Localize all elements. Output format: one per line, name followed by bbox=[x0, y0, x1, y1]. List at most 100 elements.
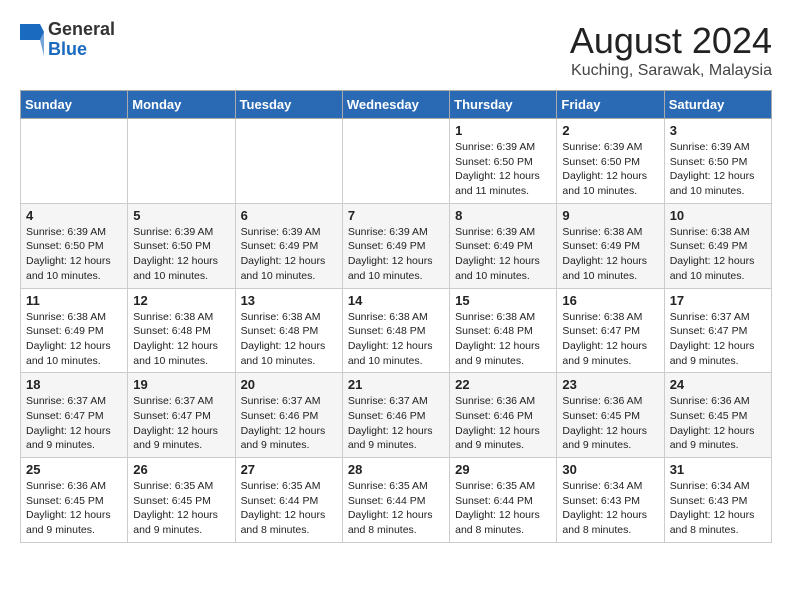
day-number: 6 bbox=[241, 208, 337, 223]
day-number: 27 bbox=[241, 462, 337, 477]
day-number: 7 bbox=[348, 208, 444, 223]
calendar-cell: 18 Sunrise: 6:37 AM Sunset: 6:47 PM Dayli… bbox=[21, 373, 128, 458]
day-number: 17 bbox=[670, 293, 766, 308]
day-info: Sunrise: 6:38 AM Sunset: 6:49 PM Dayligh… bbox=[670, 225, 766, 284]
weekday-header: Saturday bbox=[664, 91, 771, 119]
weekday-header: Tuesday bbox=[235, 91, 342, 119]
day-number: 29 bbox=[455, 462, 551, 477]
day-info: Sunrise: 6:38 AM Sunset: 6:48 PM Dayligh… bbox=[455, 310, 551, 369]
calendar-cell: 21 Sunrise: 6:37 AM Sunset: 6:46 PM Dayli… bbox=[342, 373, 449, 458]
calendar-table: SundayMondayTuesdayWednesdayThursdayFrid… bbox=[20, 90, 772, 543]
calendar-cell: 31Sunrise: 6:34 AM Sunset: 6:43 PM Dayli… bbox=[664, 458, 771, 543]
day-info: Sunrise: 6:39 AM Sunset: 6:49 PM Dayligh… bbox=[241, 225, 337, 284]
day-info: Sunrise: 6:39 AM Sunset: 6:50 PM Dayligh… bbox=[26, 225, 122, 284]
calendar-cell: 17 Sunrise: 6:37 AM Sunset: 6:47 PM Dayli… bbox=[664, 288, 771, 373]
day-info: Sunrise: 6:35 AM Sunset: 6:44 PM Dayligh… bbox=[241, 479, 337, 538]
day-info: Sunrise: 6:36 AM Sunset: 6:45 PM Dayligh… bbox=[562, 394, 658, 453]
calendar-cell: 11 Sunrise: 6:38 AM Sunset: 6:49 PM Dayli… bbox=[21, 288, 128, 373]
day-number: 2 bbox=[562, 123, 658, 138]
day-number: 3 bbox=[670, 123, 766, 138]
day-number: 21 bbox=[348, 377, 444, 392]
day-number: 8 bbox=[455, 208, 551, 223]
day-info: Sunrise: 6:36 AM Sunset: 6:45 PM Dayligh… bbox=[26, 479, 122, 538]
calendar-week-row: 11 Sunrise: 6:38 AM Sunset: 6:49 PM Dayli… bbox=[21, 288, 772, 373]
calendar-cell: 3 Sunrise: 6:39 AM Sunset: 6:50 PM Daylig… bbox=[664, 119, 771, 204]
calendar-cell: 26Sunrise: 6:35 AM Sunset: 6:45 PM Dayli… bbox=[128, 458, 235, 543]
day-number: 13 bbox=[241, 293, 337, 308]
day-number: 1 bbox=[455, 123, 551, 138]
day-info: Sunrise: 6:38 AM Sunset: 6:49 PM Dayligh… bbox=[26, 310, 122, 369]
logo-icon bbox=[20, 24, 44, 56]
day-info: Sunrise: 6:38 AM Sunset: 6:49 PM Dayligh… bbox=[562, 225, 658, 284]
day-info: Sunrise: 6:37 AM Sunset: 6:47 PM Dayligh… bbox=[26, 394, 122, 453]
day-info: Sunrise: 6:38 AM Sunset: 6:47 PM Dayligh… bbox=[562, 310, 658, 369]
day-number: 15 bbox=[455, 293, 551, 308]
calendar-body: 1 Sunrise: 6:39 AM Sunset: 6:50 PM Daylig… bbox=[21, 119, 772, 543]
day-info: Sunrise: 6:37 AM Sunset: 6:46 PM Dayligh… bbox=[241, 394, 337, 453]
day-info: Sunrise: 6:37 AM Sunset: 6:46 PM Dayligh… bbox=[348, 394, 444, 453]
calendar-cell: 29 Sunrise: 6:35 AM Sunset: 6:44 PM Dayli… bbox=[450, 458, 557, 543]
calendar-cell: 23Sunrise: 6:36 AM Sunset: 6:45 PM Dayli… bbox=[557, 373, 664, 458]
month-title: August 2024 bbox=[570, 20, 772, 62]
day-info: Sunrise: 6:35 AM Sunset: 6:45 PM Dayligh… bbox=[133, 479, 229, 538]
day-info: Sunrise: 6:38 AM Sunset: 6:48 PM Dayligh… bbox=[133, 310, 229, 369]
day-info: Sunrise: 6:37 AM Sunset: 6:47 PM Dayligh… bbox=[133, 394, 229, 453]
day-number: 4 bbox=[26, 208, 122, 223]
day-number: 31 bbox=[670, 462, 766, 477]
day-info: Sunrise: 6:36 AM Sunset: 6:46 PM Dayligh… bbox=[455, 394, 551, 453]
calendar-cell: 2 Sunrise: 6:39 AM Sunset: 6:50 PM Daylig… bbox=[557, 119, 664, 204]
day-info: Sunrise: 6:39 AM Sunset: 6:50 PM Dayligh… bbox=[670, 140, 766, 199]
calendar-cell bbox=[342, 119, 449, 204]
calendar-header: SundayMondayTuesdayWednesdayThursdayFrid… bbox=[21, 91, 772, 119]
day-info: Sunrise: 6:38 AM Sunset: 6:48 PM Dayligh… bbox=[241, 310, 337, 369]
calendar-cell: 13 Sunrise: 6:38 AM Sunset: 6:48 PM Dayli… bbox=[235, 288, 342, 373]
calendar-cell: 14Sunrise: 6:38 AM Sunset: 6:48 PM Dayli… bbox=[342, 288, 449, 373]
weekday-header: Sunday bbox=[21, 91, 128, 119]
calendar-cell: 1Sunrise: 6:39 AM Sunset: 6:50 PM Daylig… bbox=[450, 119, 557, 204]
day-info: Sunrise: 6:34 AM Sunset: 6:43 PM Dayligh… bbox=[562, 479, 658, 538]
day-number: 19 bbox=[133, 377, 229, 392]
calendar-cell: 30Sunrise: 6:34 AM Sunset: 6:43 PM Dayli… bbox=[557, 458, 664, 543]
day-info: Sunrise: 6:39 AM Sunset: 6:50 PM Dayligh… bbox=[562, 140, 658, 199]
calendar-cell: 5Sunrise: 6:39 AM Sunset: 6:50 PM Daylig… bbox=[128, 203, 235, 288]
day-number: 28 bbox=[348, 462, 444, 477]
calendar-cell: 20Sunrise: 6:37 AM Sunset: 6:46 PM Dayli… bbox=[235, 373, 342, 458]
calendar-cell: 22Sunrise: 6:36 AM Sunset: 6:46 PM Dayli… bbox=[450, 373, 557, 458]
weekday-header: Monday bbox=[128, 91, 235, 119]
day-info: Sunrise: 6:39 AM Sunset: 6:49 PM Dayligh… bbox=[455, 225, 551, 284]
calendar-cell: 19 Sunrise: 6:37 AM Sunset: 6:47 PM Dayli… bbox=[128, 373, 235, 458]
day-info: Sunrise: 6:37 AM Sunset: 6:47 PM Dayligh… bbox=[670, 310, 766, 369]
day-info: Sunrise: 6:39 AM Sunset: 6:49 PM Dayligh… bbox=[348, 225, 444, 284]
logo-general: General bbox=[48, 20, 115, 40]
logo-blue: Blue bbox=[48, 40, 115, 60]
day-info: Sunrise: 6:36 AM Sunset: 6:45 PM Dayligh… bbox=[670, 394, 766, 453]
day-number: 14 bbox=[348, 293, 444, 308]
day-number: 11 bbox=[26, 293, 122, 308]
day-number: 5 bbox=[133, 208, 229, 223]
day-number: 16 bbox=[562, 293, 658, 308]
page-header: General Blue August 2024 Kuching, Sarawa… bbox=[20, 20, 772, 80]
weekday-row: SundayMondayTuesdayWednesdayThursdayFrid… bbox=[21, 91, 772, 119]
day-number: 10 bbox=[670, 208, 766, 223]
calendar-cell: 8 Sunrise: 6:39 AM Sunset: 6:49 PM Daylig… bbox=[450, 203, 557, 288]
title-block: August 2024 Kuching, Sarawak, Malaysia bbox=[570, 20, 772, 80]
day-number: 18 bbox=[26, 377, 122, 392]
day-number: 25 bbox=[26, 462, 122, 477]
calendar-week-row: 25 Sunrise: 6:36 AM Sunset: 6:45 PM Dayli… bbox=[21, 458, 772, 543]
weekday-header: Wednesday bbox=[342, 91, 449, 119]
day-number: 24 bbox=[670, 377, 766, 392]
calendar-cell: 28 Sunrise: 6:35 AM Sunset: 6:44 PM Dayli… bbox=[342, 458, 449, 543]
calendar-cell bbox=[21, 119, 128, 204]
day-info: Sunrise: 6:35 AM Sunset: 6:44 PM Dayligh… bbox=[348, 479, 444, 538]
logo: General Blue bbox=[20, 20, 115, 60]
calendar-cell: 7 Sunrise: 6:39 AM Sunset: 6:49 PM Daylig… bbox=[342, 203, 449, 288]
weekday-header: Friday bbox=[557, 91, 664, 119]
calendar-cell: 4 Sunrise: 6:39 AM Sunset: 6:50 PM Daylig… bbox=[21, 203, 128, 288]
calendar-week-row: 18 Sunrise: 6:37 AM Sunset: 6:47 PM Dayli… bbox=[21, 373, 772, 458]
calendar-cell: 24 Sunrise: 6:36 AM Sunset: 6:45 PM Dayli… bbox=[664, 373, 771, 458]
day-info: Sunrise: 6:35 AM Sunset: 6:44 PM Dayligh… bbox=[455, 479, 551, 538]
calendar-cell: 10 Sunrise: 6:38 AM Sunset: 6:49 PM Dayli… bbox=[664, 203, 771, 288]
calendar-cell: 15 Sunrise: 6:38 AM Sunset: 6:48 PM Dayli… bbox=[450, 288, 557, 373]
calendar-cell: 12Sunrise: 6:38 AM Sunset: 6:48 PM Dayli… bbox=[128, 288, 235, 373]
calendar-cell: 6 Sunrise: 6:39 AM Sunset: 6:49 PM Daylig… bbox=[235, 203, 342, 288]
